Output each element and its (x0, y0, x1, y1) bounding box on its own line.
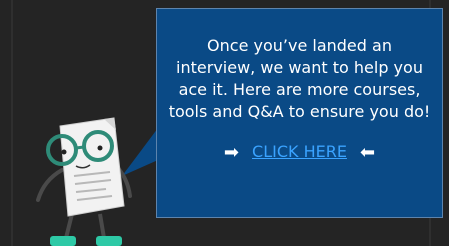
left-arrow-icon: ⬅ (360, 142, 376, 163)
click-here-link[interactable]: CLICK HERE (252, 142, 347, 161)
mascot-glasses-bridge (75, 145, 85, 150)
mascot-left-arm (36, 168, 64, 202)
mascot-right-eye (97, 145, 103, 151)
mascot-left-leg (64, 213, 74, 239)
promo-message: Once you’ve landed an interview, we want… (168, 36, 431, 121)
mascot-right-shoe (96, 236, 122, 246)
bubble-tail (122, 128, 158, 176)
mascot-left-shoe (50, 236, 76, 246)
cta-row: ➡ CLICK HERE ⬅ (157, 141, 442, 164)
right-arrow-icon: ➡ (223, 142, 239, 163)
mascot-right-leg (98, 213, 106, 239)
promo-speech-bubble: Once you’ve landed an interview, we want… (156, 8, 443, 218)
mascot-left-eye (61, 149, 67, 155)
